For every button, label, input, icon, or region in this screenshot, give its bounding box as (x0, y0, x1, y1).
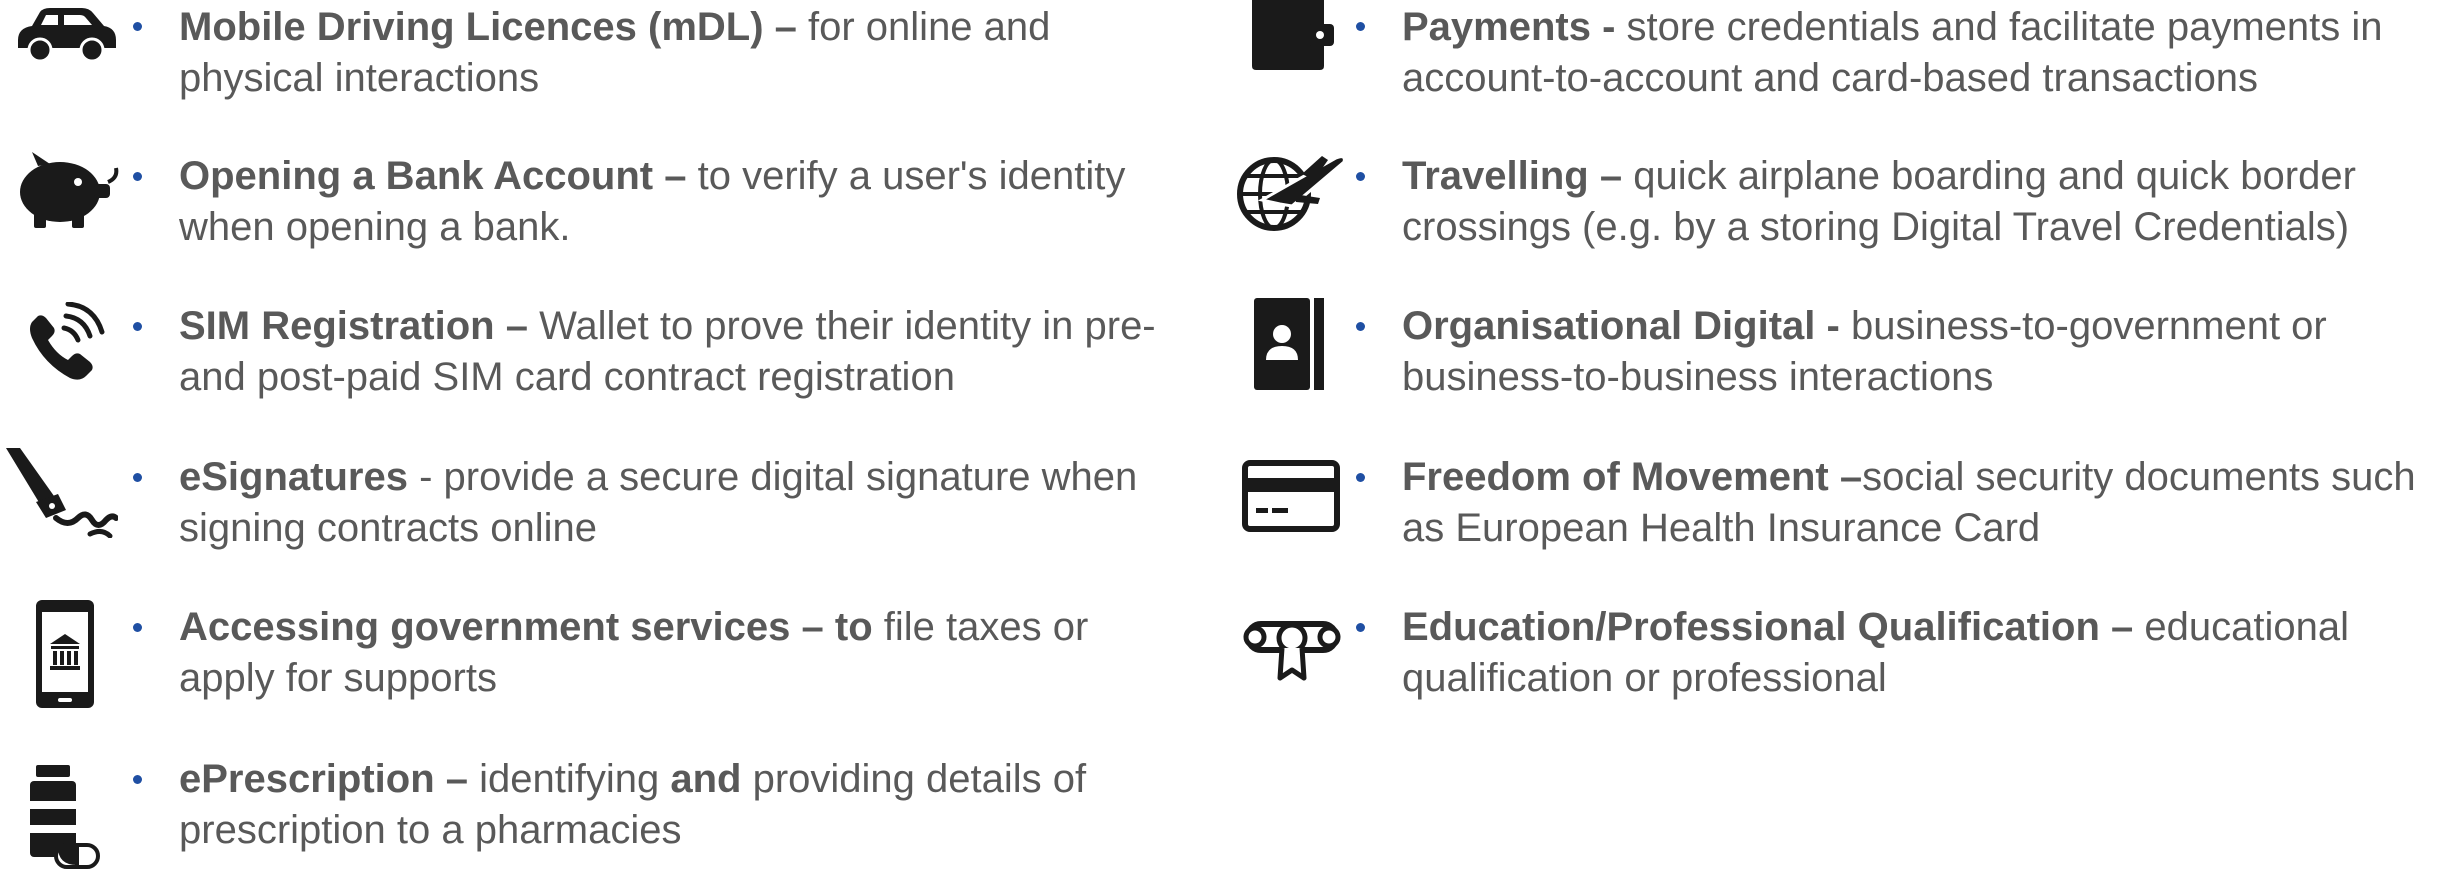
item-text: Travelling – quick airplane boarding and… (1402, 154, 2356, 249)
bullet (1356, 322, 1365, 331)
piggy-bank-icon (12, 152, 120, 232)
item-text: Payments - store credentials and facilit… (1402, 5, 2383, 100)
credit-card-icon (1242, 460, 1340, 532)
bullet (1356, 623, 1365, 632)
wallet-icon (1248, 0, 1336, 70)
bullet (1356, 473, 1365, 482)
bullet (133, 623, 142, 632)
item-text: SIM Registration – Wallet to prove their… (179, 304, 1156, 399)
item-text: Opening a Bank Account – to verify a use… (179, 154, 1126, 249)
item-text: Organisational Digital - business-to-gov… (1402, 304, 2327, 399)
bullet (133, 473, 142, 482)
globe-airplane-icon (1232, 150, 1348, 232)
item-text: Education/Professional Qualification – e… (1402, 605, 2349, 700)
signature-pen-icon (6, 448, 118, 538)
contact-book-icon (1254, 298, 1326, 390)
item-text: ePrescription – identifying and providin… (179, 757, 1087, 852)
phone-ringing-icon (22, 302, 106, 386)
item-text: Freedom of Movement –social security doc… (1402, 455, 2416, 550)
item-text: Accessing government services – to file … (179, 605, 1089, 700)
bullet (133, 22, 142, 31)
diploma-certificate-icon (1240, 616, 1344, 684)
medicine-bottle-icon (28, 765, 100, 869)
bullet (133, 322, 142, 331)
item-text: eSignatures - provide a secure digital s… (179, 455, 1138, 550)
item-text: Mobile Driving Licences (mDL) – for onli… (179, 5, 1051, 100)
bullet (1356, 22, 1365, 31)
bullet (133, 172, 142, 181)
bullet (1356, 172, 1365, 181)
car-icon (10, 6, 120, 64)
mobile-government-icon (34, 598, 96, 710)
bullet (133, 775, 142, 784)
